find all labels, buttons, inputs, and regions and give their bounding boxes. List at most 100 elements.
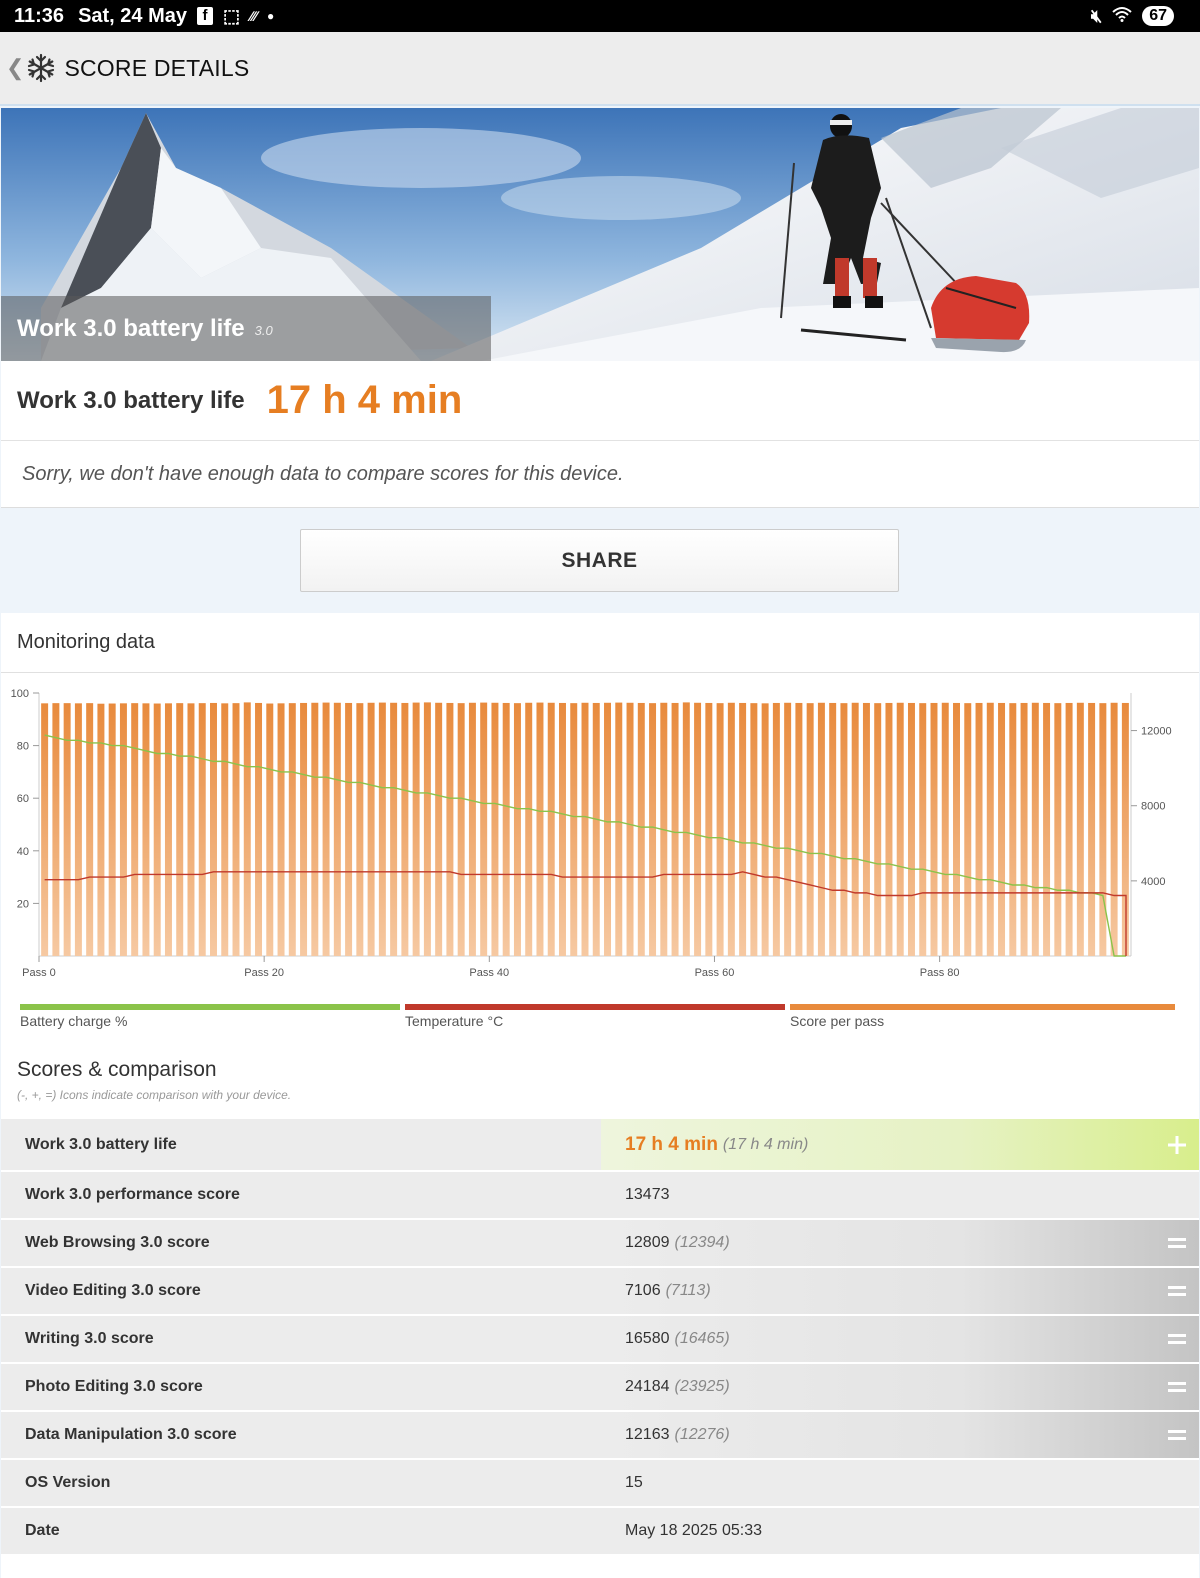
row-value: 13473 (625, 1186, 670, 1203)
score-bar (480, 702, 488, 956)
score-bar (1065, 702, 1073, 956)
score-bar (840, 703, 848, 956)
score-bar (108, 703, 116, 956)
app-bar: ❮ SCORE DETAILS (0, 32, 1200, 106)
row-value: 17 h 4 min (625, 1133, 718, 1155)
row-value-cell: 15 (601, 1460, 1199, 1506)
equals-icon (1168, 1382, 1186, 1392)
score-bar (142, 703, 150, 956)
score-bar (131, 703, 139, 956)
scores-title: Scores & comparison (17, 1058, 217, 1081)
score-bar (525, 702, 533, 956)
legend-score-label: Score per pass (790, 1013, 885, 1029)
row-label: Work 3.0 performance score (25, 1186, 240, 1203)
back-chevron-icon[interactable]: ❮ (6, 55, 24, 81)
score-bar (210, 702, 217, 956)
row-label: Date (25, 1522, 60, 1539)
score-bar (198, 703, 206, 956)
score-bar (468, 702, 476, 956)
score-bar (829, 702, 837, 956)
left-tick-label: 60 (17, 793, 29, 805)
score-bar (221, 703, 229, 956)
score-bar (288, 703, 296, 956)
score-bar (502, 702, 510, 956)
page-title: SCORE DETAILS (64, 54, 250, 81)
score-bar (705, 702, 713, 956)
equals-icon (1168, 1238, 1186, 1248)
row-value-cell: 16580 (16465) (601, 1316, 1199, 1362)
x-tick-label: Pass 80 (920, 967, 960, 979)
score-bar (1099, 703, 1107, 956)
legend-battery: Battery charge % (20, 1004, 400, 1029)
score-bar (1020, 702, 1028, 956)
score-bar (412, 702, 420, 956)
row-value: 12163 (625, 1426, 670, 1443)
score-bar (1076, 702, 1084, 956)
legend-score-swatch (790, 1004, 1175, 1010)
legend-score: Score per pass (790, 1004, 1175, 1029)
score-bar (243, 702, 251, 956)
score-bar (772, 702, 780, 956)
x-tick-label: Pass 0 (22, 967, 56, 979)
result-card: Work 3.0 battery life 17 h 4 min Sorry, … (1, 361, 1199, 508)
score-bar (300, 702, 308, 956)
score-bar (570, 703, 578, 956)
score-bar (119, 703, 127, 956)
row-reference-value: (12394) (674, 1234, 730, 1251)
equals-icon (1168, 1430, 1186, 1440)
score-bar (649, 703, 657, 956)
table-row: Photo Editing 3.0 score 24184 (23925) (1, 1362, 1199, 1410)
status-date: Sat, 24 May (78, 4, 188, 27)
score-bar (322, 702, 330, 956)
score-bar (547, 702, 555, 956)
score-bar (806, 703, 814, 956)
score-bar (86, 703, 94, 956)
score-bar (716, 703, 724, 956)
score-bar (930, 702, 938, 956)
row-reference-value: (17 h 4 min) (722, 1135, 809, 1153)
score-bar (187, 703, 195, 956)
score-bar (277, 703, 285, 956)
row-label: Data Manipulation 3.0 score (25, 1426, 237, 1443)
score-bar (367, 702, 375, 956)
left-tick-label: 40 (17, 846, 29, 858)
score-bar (513, 703, 521, 956)
monitoring-section: Monitoring data 20 40 60 80 100 4000 8000 12000… (1, 613, 1199, 1578)
row-label: OS Version (25, 1474, 111, 1491)
row-label: Work 3.0 battery life (25, 1135, 177, 1153)
share-button[interactable]: SHARE (300, 529, 899, 592)
score-bar (862, 702, 870, 956)
chart-legend: Battery charge % Temperature °C Score pe… (20, 1004, 1182, 1034)
table-row: Data Manipulation 3.0 score 12163 (12276) (1, 1410, 1199, 1458)
score-bar (401, 702, 409, 956)
x-tick-label: Pass 40 (469, 967, 509, 979)
score-bar (964, 703, 972, 956)
row-reference-value: (7113) (665, 1282, 711, 1299)
score-bar (975, 702, 983, 956)
equals-icon (1168, 1334, 1186, 1344)
row-value-cell: 24184 (23925) (601, 1364, 1199, 1410)
score-bar (750, 703, 758, 956)
score-bar (1110, 702, 1118, 956)
row-value-cell: 13473 (601, 1172, 1199, 1218)
score-bar (176, 703, 184, 956)
screenshot-icon: ⬚ (223, 5, 241, 26)
score-bar (727, 702, 735, 956)
score-bar (255, 702, 263, 956)
row-value-cell: May 18 2025 05:33 (601, 1508, 1199, 1554)
result-label: Work 3.0 battery life (17, 386, 245, 414)
score-bar (491, 702, 499, 956)
score-bar (592, 702, 600, 956)
snowflake-icon (28, 53, 55, 83)
row-label: Photo Editing 3.0 score (25, 1378, 203, 1395)
hero-title: Work 3.0 battery life (17, 314, 245, 342)
row-label: Video Editing 3.0 score (25, 1282, 201, 1299)
score-bar (378, 702, 386, 956)
legend-battery-label: Battery charge % (20, 1013, 128, 1029)
score-bar (1088, 702, 1096, 956)
scores-header: Scores & comparison (-, +, =) Icons indi… (17, 1058, 291, 1102)
row-label: Web Browsing 3.0 score (25, 1234, 210, 1251)
score-bar (615, 702, 623, 956)
score-bar (817, 702, 825, 956)
status-bar: 11:36 Sat, 24 May f ⬚ ∕∕∕ ● 🔇︎ 67 (0, 0, 1200, 32)
